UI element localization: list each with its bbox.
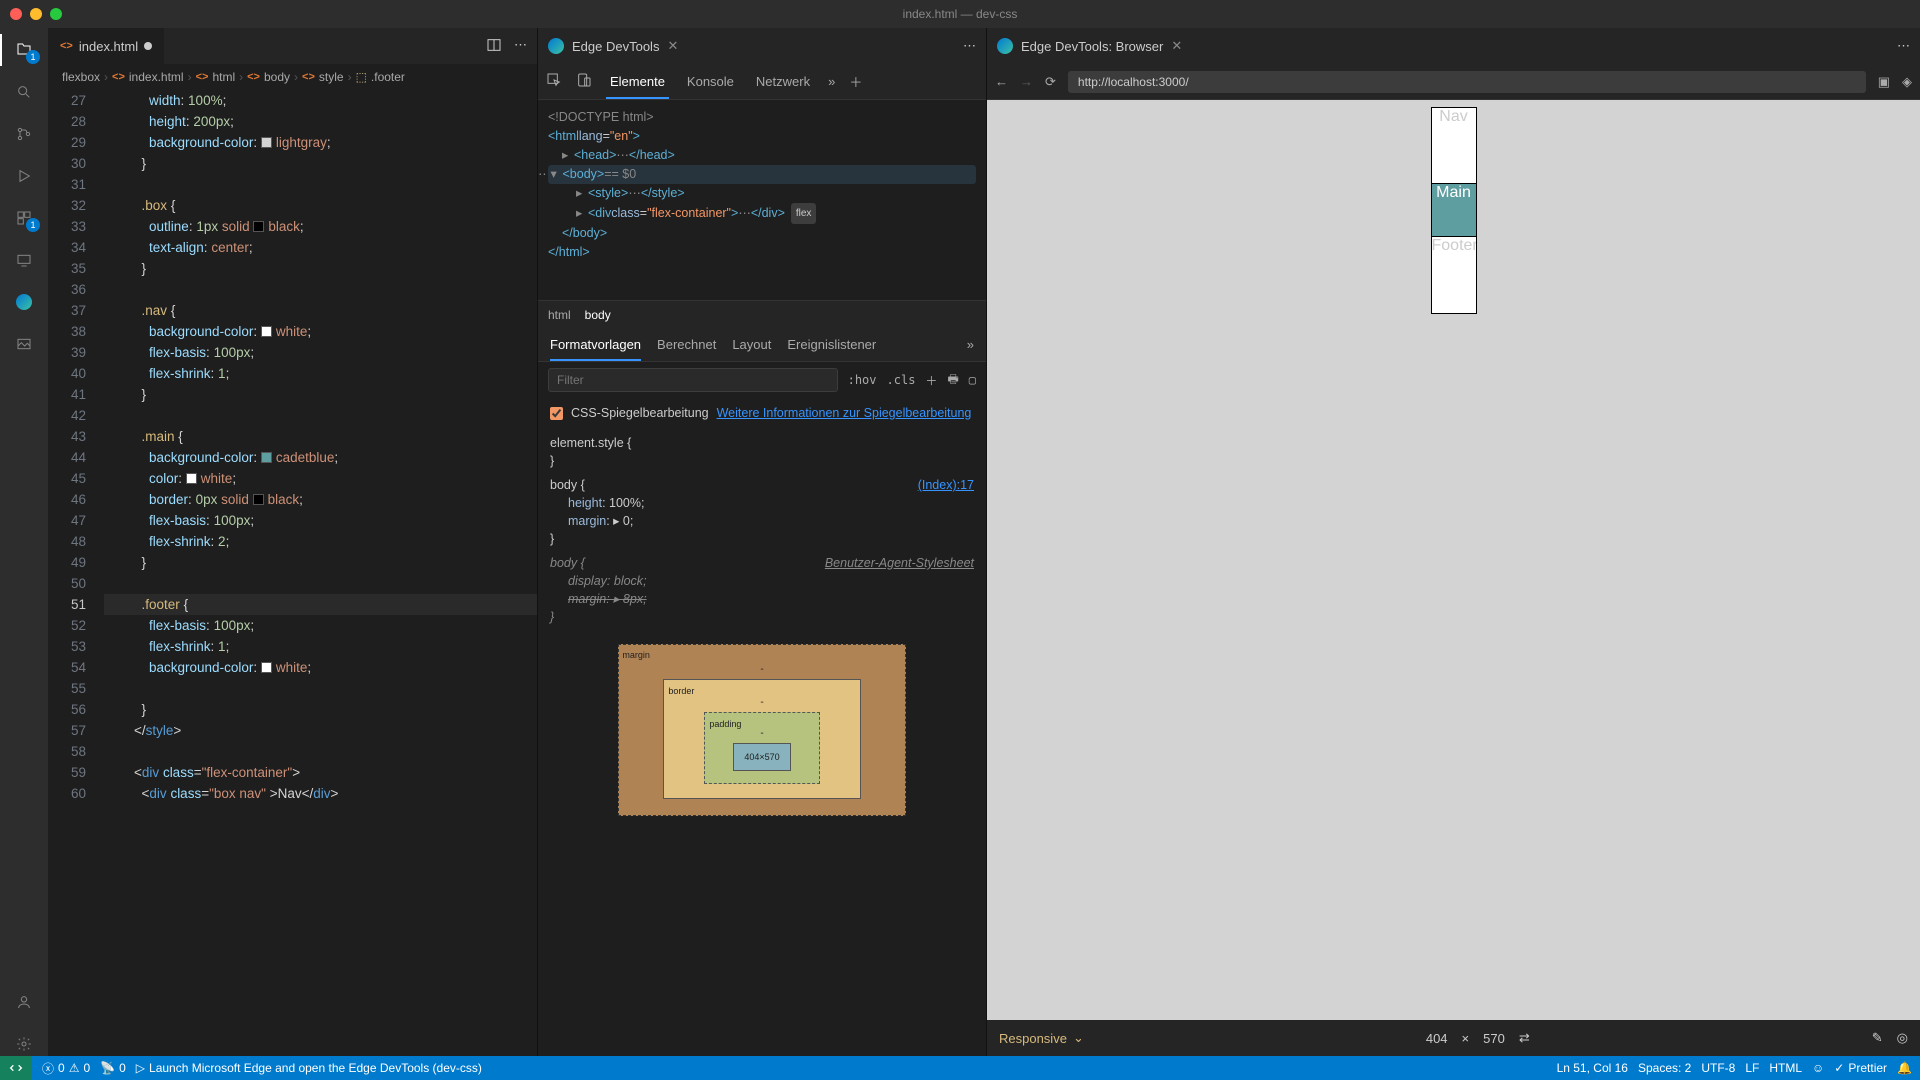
edge-icon bbox=[997, 38, 1013, 54]
split-editor-icon[interactable] bbox=[486, 37, 502, 56]
plus-icon[interactable]: ＋ bbox=[925, 372, 937, 389]
launch-edge[interactable]: ▷ Launch Microsoft Edge and open the Edg… bbox=[136, 1061, 482, 1075]
chevron-right-icon[interactable]: » bbox=[828, 74, 835, 89]
tab-berechnet[interactable]: Berechnet bbox=[657, 337, 716, 352]
remote-icon[interactable] bbox=[12, 248, 36, 272]
feedback-icon[interactable]: ☺ bbox=[1812, 1061, 1824, 1075]
titlebar: index.html — dev-css bbox=[0, 0, 1920, 28]
forward-icon[interactable]: → bbox=[1020, 74, 1033, 89]
maximize-window[interactable] bbox=[50, 8, 62, 20]
device-icon[interactable] bbox=[576, 72, 592, 91]
editor-more-icon[interactable]: ⋯ bbox=[514, 37, 527, 56]
explorer-icon[interactable]: 1 bbox=[12, 38, 36, 62]
browser-more-icon[interactable]: ⋯ bbox=[1897, 38, 1910, 54]
viewport-width[interactable]: 404 bbox=[1426, 1031, 1448, 1046]
modified-indicator bbox=[144, 42, 152, 50]
settings-icon[interactable] bbox=[12, 1032, 36, 1056]
url-bar[interactable]: http://localhost:3000/ bbox=[1068, 71, 1866, 93]
dom-breadcrumbs[interactable]: html body bbox=[538, 300, 986, 328]
tab-ereignislistener[interactable]: Ereignislistener bbox=[787, 337, 876, 352]
hov-button[interactable]: :hov bbox=[848, 373, 877, 387]
tab-layout[interactable]: Layout bbox=[732, 337, 771, 352]
extensions-icon[interactable]: 1 bbox=[12, 206, 36, 230]
inspect-icon[interactable]: ◈ bbox=[1902, 74, 1912, 90]
tab-index-html[interactable]: <> index.html bbox=[48, 28, 164, 64]
eol[interactable]: LF bbox=[1745, 1061, 1759, 1075]
bell-icon[interactable]: 🔔 bbox=[1897, 1061, 1912, 1075]
indent[interactable]: Spaces: 2 bbox=[1638, 1061, 1691, 1075]
preview-footer: Footer bbox=[1432, 237, 1476, 313]
chevron-right-icon[interactable]: » bbox=[967, 337, 974, 352]
breadcrumbs[interactable]: flexbox› <>index.html› <>html› <>body› <… bbox=[48, 64, 537, 90]
tab-konsole[interactable]: Konsole bbox=[683, 74, 738, 89]
browser-viewport: Nav Main Footer bbox=[987, 100, 1920, 1020]
image-icon[interactable] bbox=[12, 332, 36, 356]
browser-tab-label: Edge DevTools: Browser bbox=[1021, 39, 1163, 54]
edit-icon[interactable]: ✎ bbox=[1872, 1030, 1883, 1046]
print-icon[interactable]: 🖶 bbox=[947, 370, 958, 391]
remote-button[interactable] bbox=[0, 1056, 32, 1080]
edge-icon bbox=[548, 38, 564, 54]
browser-tab[interactable]: Edge DevTools: Browser ✕ ⋯ bbox=[987, 28, 1920, 64]
encoding[interactable]: UTF-8 bbox=[1701, 1061, 1735, 1075]
devtools-more-icon[interactable]: ⋯ bbox=[963, 38, 976, 54]
close-icon[interactable]: ✕ bbox=[1171, 38, 1182, 54]
tab-label: index.html bbox=[79, 39, 138, 54]
minimize-window[interactable] bbox=[30, 8, 42, 20]
editor-tabs: <> index.html ⋯ bbox=[48, 28, 537, 64]
window-title: index.html — dev-css bbox=[903, 7, 1018, 21]
edge-tools-icon[interactable] bbox=[12, 290, 36, 314]
back-icon[interactable]: ← bbox=[995, 74, 1008, 89]
reload-icon[interactable]: ⟳ bbox=[1045, 74, 1056, 90]
source-control-icon[interactable] bbox=[12, 122, 36, 146]
devtools-tab[interactable]: Edge DevTools ✕ ⋯ bbox=[538, 28, 986, 64]
status-bar: ⓧ 0 ⚠ 0 📡 0 ▷ Launch Microsoft Edge and … bbox=[0, 1056, 1920, 1080]
preview-nav: Nav bbox=[1432, 108, 1476, 184]
mirror-label: CSS-Spiegelbearbeitung bbox=[571, 406, 709, 420]
inspect-icon[interactable] bbox=[546, 72, 562, 91]
plus-icon[interactable]: ＋ bbox=[849, 72, 862, 91]
errors[interactable]: ⓧ 0 ⚠ 0 bbox=[42, 1060, 90, 1077]
screenshot-icon[interactable]: ▣ bbox=[1878, 74, 1890, 90]
language[interactable]: HTML bbox=[1769, 1061, 1802, 1075]
mirror-checkbox[interactable] bbox=[550, 407, 563, 420]
port[interactable]: 📡 0 bbox=[100, 1061, 126, 1075]
styles-panel[interactable]: element.style { } (Index):17body { heigh… bbox=[538, 428, 986, 1056]
tab-formatvorlagen[interactable]: Formatvorlagen bbox=[550, 337, 641, 361]
rotate-icon[interactable]: ⇄ bbox=[1519, 1030, 1530, 1046]
filter-input[interactable] bbox=[548, 368, 838, 392]
html-file-icon: <> bbox=[60, 40, 73, 52]
dom-tree[interactable]: <!DOCTYPE html> <html lang="en"> ▸<head>… bbox=[538, 100, 986, 300]
code-editor[interactable]: 2728293031323334353637383940414243444546… bbox=[48, 90, 537, 1056]
target-icon[interactable]: ◎ bbox=[1897, 1030, 1908, 1046]
viewport-height[interactable]: 570 bbox=[1483, 1031, 1505, 1046]
close-icon[interactable]: ✕ bbox=[667, 38, 678, 54]
mirror-link[interactable]: Weitere Informationen zur Spiegelbearbei… bbox=[717, 406, 972, 420]
run-debug-icon[interactable] bbox=[12, 164, 36, 188]
account-icon[interactable] bbox=[12, 990, 36, 1014]
devtools-tab-label: Edge DevTools bbox=[572, 39, 659, 54]
prettier[interactable]: ✓ Prettier bbox=[1834, 1061, 1887, 1075]
close-window[interactable] bbox=[10, 8, 22, 20]
preview-main: Main bbox=[1432, 184, 1476, 237]
search-icon[interactable] bbox=[12, 80, 36, 104]
box-model: margin- border- padding- 404×570 bbox=[550, 634, 974, 820]
tab-elemente[interactable]: Elemente bbox=[606, 74, 669, 99]
cls-button[interactable]: .cls bbox=[887, 373, 916, 387]
tab-netzwerk[interactable]: Netzwerk bbox=[752, 74, 814, 89]
activity-bar: 1 1 bbox=[0, 28, 48, 1056]
responsive-select[interactable]: Responsive ⌄ bbox=[999, 1030, 1084, 1046]
panel-icon[interactable]: ▢ bbox=[969, 373, 976, 387]
cursor-position[interactable]: Ln 51, Col 16 bbox=[1557, 1061, 1628, 1075]
